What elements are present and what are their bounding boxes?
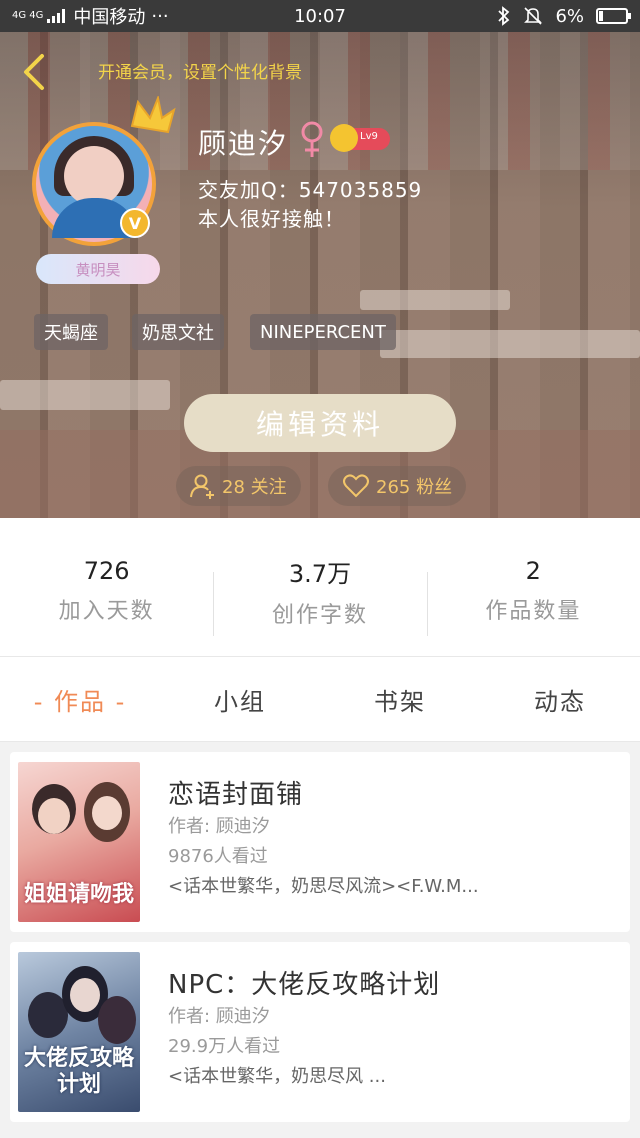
stat-join-days: 726 加入天数: [0, 518, 213, 656]
book-cover-title: 大佬反攻略计划: [24, 1046, 135, 1097]
level-text: Lv9: [360, 131, 378, 142]
stat-works-count: 2 作品数量: [426, 518, 640, 656]
back-arrow-icon[interactable]: [20, 52, 50, 92]
book-cover: 姐姐请吻我: [18, 762, 140, 922]
profile-tag[interactable]: 奶思文社: [132, 314, 224, 350]
crown-decoration-icon: [130, 96, 176, 134]
stat-label: 加入天数: [58, 599, 155, 624]
heart-icon: [343, 474, 369, 498]
profile-tag[interactable]: 天蝎座: [34, 314, 108, 350]
book-cover: 大佬反攻略计划: [18, 952, 140, 1112]
book-card[interactable]: 姐姐请吻我 恋语封面铺 作者: 顾迪汐 9876人看过 <话本世繁华，奶思尽风流…: [10, 752, 630, 932]
profile-tag[interactable]: NINEPERCENT: [250, 314, 396, 350]
tab-groups[interactable]: 小组: [160, 657, 320, 741]
book-tags: <话本世繁华，奶思尽风流><F.W.M...: [168, 876, 479, 897]
book-card[interactable]: 大佬反攻略计划 NPC：大佬反攻略计划 作者: 顾迪汐 29.9万人看过 <话本…: [10, 942, 630, 1122]
book-author: 作者: 顾迪汐: [168, 816, 270, 837]
tab-bookshelf[interactable]: 书架: [320, 657, 480, 741]
stat-label: 创作字数: [271, 602, 368, 628]
book-views: 29.9万人看过: [168, 1036, 281, 1057]
tab-works[interactable]: - 作品 -: [0, 657, 160, 741]
edit-profile-button[interactable]: 编辑资料: [184, 394, 456, 452]
stat-value: 3.7万: [288, 559, 352, 588]
background-desk: [360, 290, 510, 310]
background-desk: [0, 380, 170, 410]
stat-label: 作品数量: [485, 599, 582, 624]
book-author: 作者: 顾迪汐: [168, 1006, 270, 1027]
tab-bar: - 作品 - 小组 书架 动态: [0, 656, 640, 742]
verified-v-icon: V: [120, 208, 150, 238]
level-crown-icon: [330, 124, 358, 152]
user-follow-icon: [190, 474, 214, 499]
book-views: 9876人看过: [168, 846, 268, 867]
fans-button[interactable]: 265 粉丝: [328, 466, 467, 506]
status-bar: 4G 4G 中国移动 ··· 10:07 6%: [0, 0, 640, 32]
stats-panel: 726 加入天数 3.7万 创作字数 2 作品数量: [0, 518, 640, 656]
female-gender-icon: [301, 121, 323, 157]
book-tags: <话本世繁华，奶思尽风 ...: [168, 1066, 386, 1087]
username: 顾迪汐: [198, 127, 289, 160]
vip-background-link[interactable]: 开通会员，设置个性化背景: [98, 58, 302, 83]
stat-value: 726: [83, 557, 130, 585]
stat-value: 2: [525, 557, 541, 585]
user-intro: 本人很好接触！: [198, 207, 345, 231]
background-desk: [380, 330, 640, 358]
stat-word-count: 3.7万 创作字数: [213, 518, 426, 656]
fans-count: 265 粉丝: [376, 477, 453, 498]
book-title: NPC：大佬反攻略计划: [168, 970, 441, 1000]
book-title: 恋语封面铺: [168, 780, 304, 810]
battery-icon: [596, 8, 631, 24]
title-badge[interactable]: 黄明昊: [36, 254, 160, 284]
following-button[interactable]: 28 关注: [176, 466, 301, 506]
book-cover-title: 姐姐请吻我: [24, 882, 135, 907]
following-count: 28 关注: [222, 477, 287, 498]
tab-activity[interactable]: 动态: [480, 657, 640, 741]
clock: 10:07: [294, 5, 346, 27]
qq-contact: 交友加Q：547035859: [198, 178, 423, 202]
